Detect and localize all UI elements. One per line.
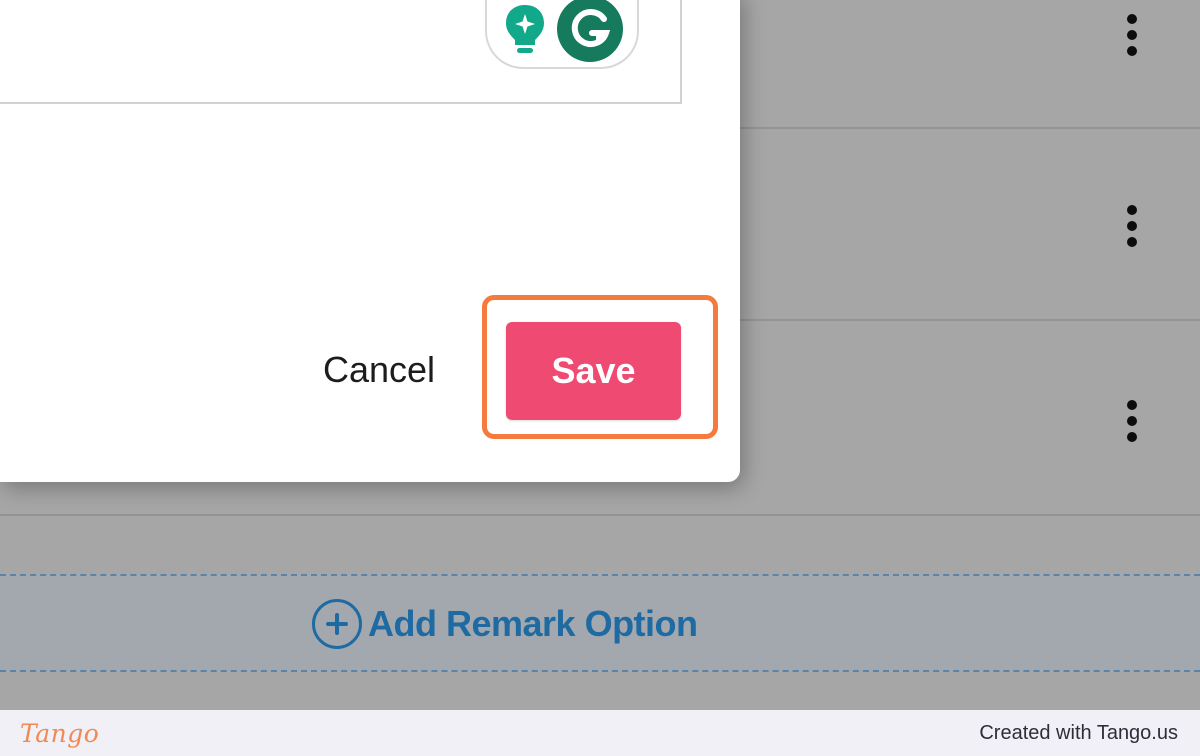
save-button[interactable]: Save bbox=[506, 322, 681, 420]
row-menu-icon[interactable] bbox=[1122, 203, 1142, 249]
row-menu-icon[interactable] bbox=[1122, 398, 1142, 444]
tango-footer: Tango Created with Tango.us bbox=[0, 710, 1200, 756]
plus-circle-icon bbox=[312, 599, 362, 649]
row-divider bbox=[0, 514, 1200, 516]
remark-dialog: Cancel Save bbox=[0, 0, 740, 482]
cancel-button[interactable]: Cancel bbox=[304, 332, 454, 408]
grammarly-icon[interactable] bbox=[556, 0, 623, 62]
created-with-text: Created with Tango.us bbox=[979, 721, 1178, 744]
grammarly-widget bbox=[485, 0, 639, 69]
add-remark-row: Add Remark Option bbox=[0, 574, 1200, 672]
lightbulb-sparkle-icon[interactable] bbox=[502, 1, 548, 57]
tango-logo: Tango bbox=[20, 718, 100, 748]
add-remark-label: Add Remark Option bbox=[368, 603, 698, 644]
row-menu-icon[interactable] bbox=[1122, 12, 1142, 58]
screenshot-area: Add Remark Option Cancel Save bbox=[0, 0, 1200, 710]
add-remark-option-button[interactable]: Add Remark Option bbox=[312, 598, 698, 650]
